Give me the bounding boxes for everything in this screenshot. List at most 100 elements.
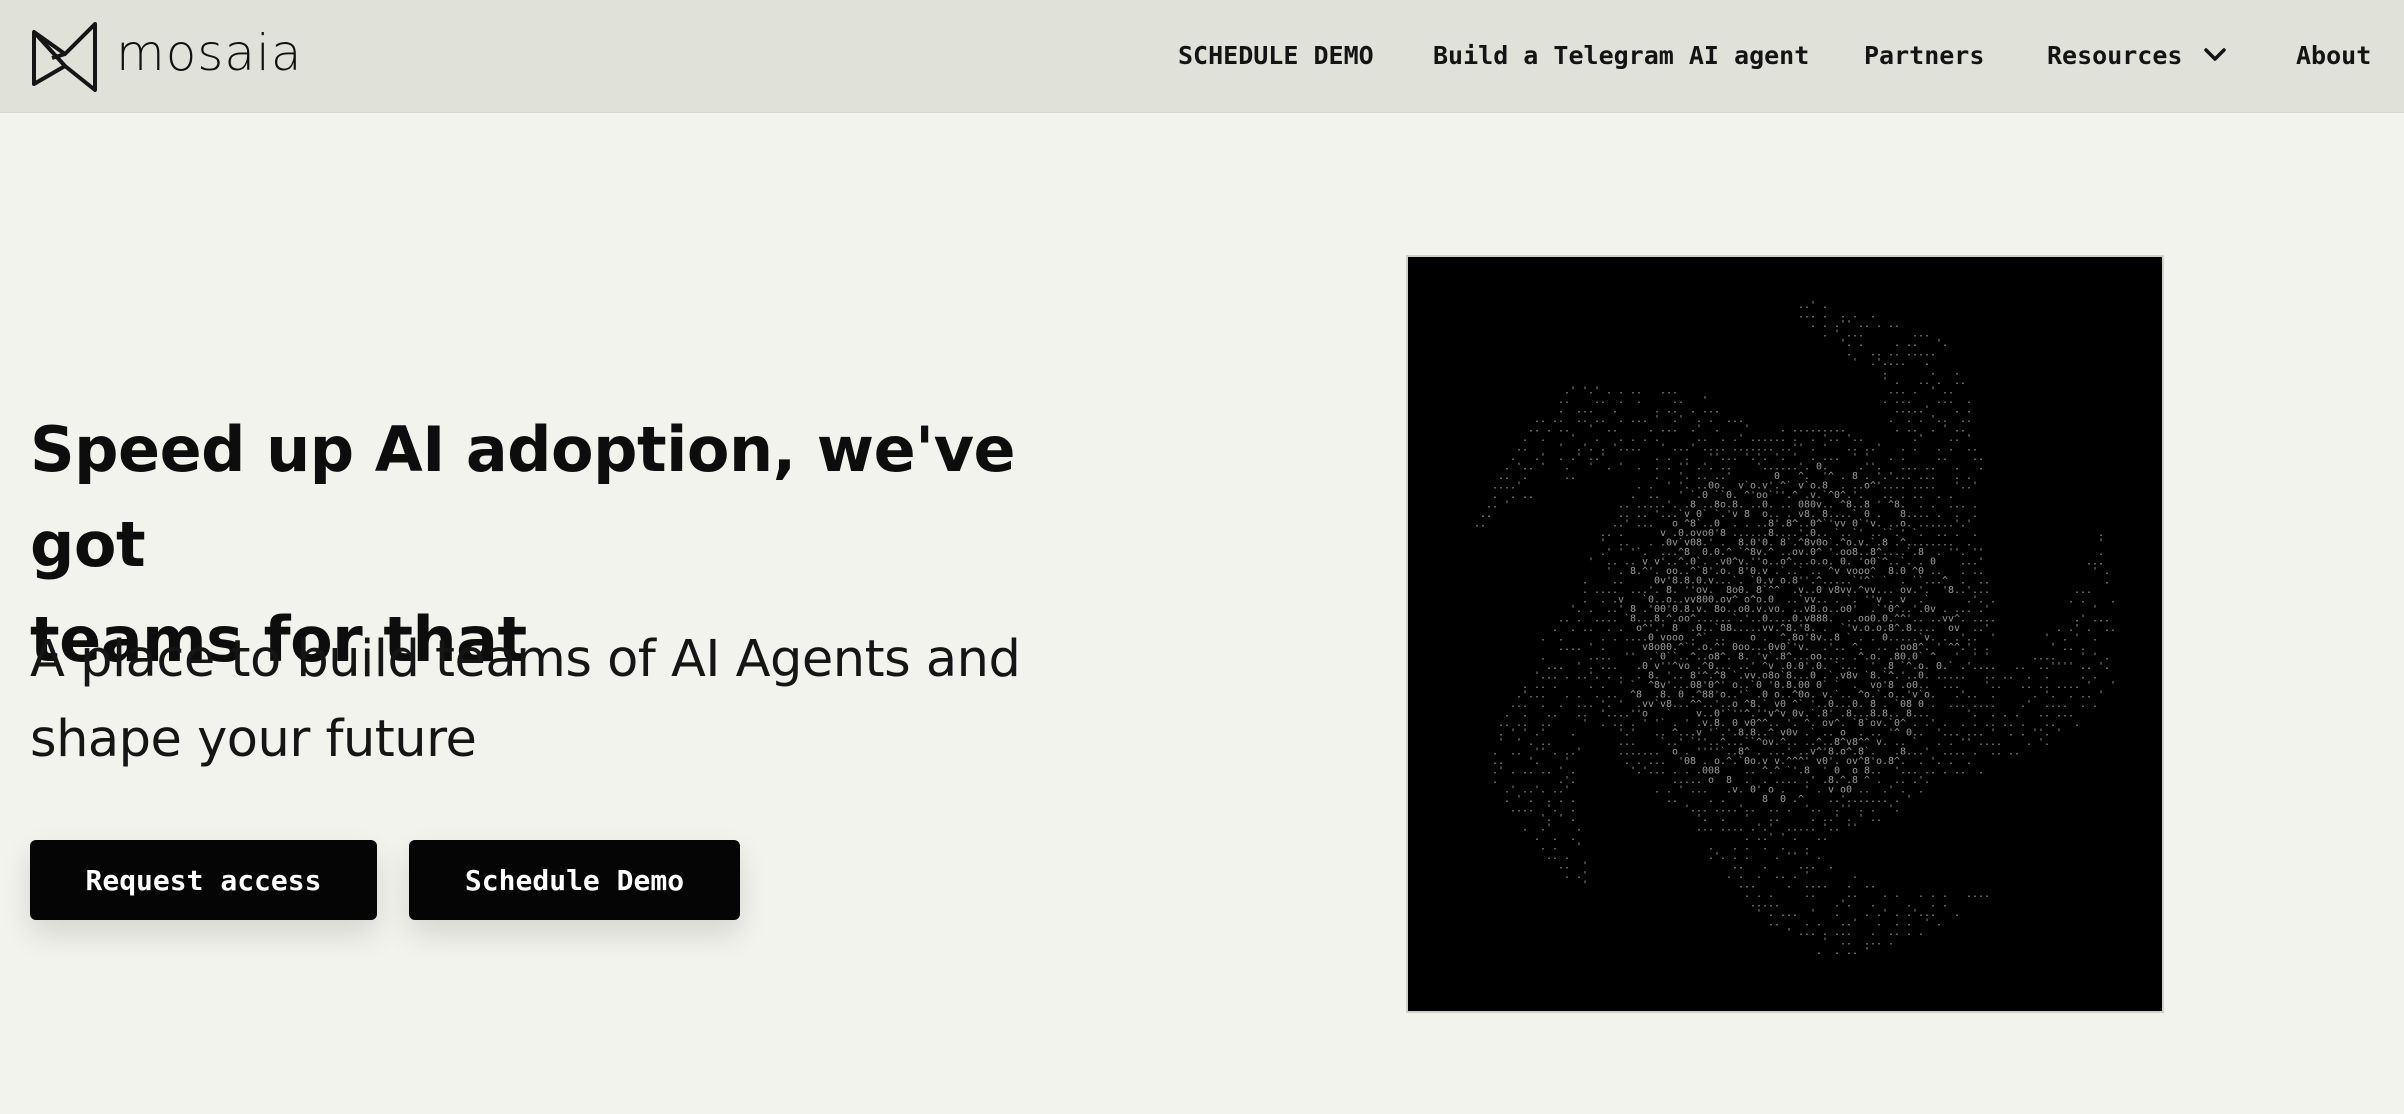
ascii-glyph: . bbox=[1522, 471, 1528, 482]
ascii-glyph: . bbox=[1894, 424, 1900, 435]
ascii-glyph: . bbox=[1978, 766, 1984, 777]
ascii-glyph: ' bbox=[1804, 785, 1810, 796]
ascii-glyph: . bbox=[2086, 585, 2092, 596]
ascii-glyph: . bbox=[1996, 747, 2002, 758]
ascii-glyph: ' bbox=[1570, 386, 1576, 397]
ascii-glyph: . bbox=[1894, 319, 1900, 330]
ascii-glyph: . bbox=[1972, 528, 1978, 539]
ascii-glyph: . bbox=[1924, 775, 1930, 786]
ascii-glyph: . bbox=[1810, 889, 1816, 900]
ascii-glyph: . bbox=[1918, 785, 1924, 796]
ascii-glyph: . bbox=[1888, 452, 1894, 463]
ascii-glyph: . bbox=[1834, 946, 1840, 957]
hero-subheading-line-1: A place to build teams of AI Agents and bbox=[30, 630, 1021, 689]
ascii-glyph: . bbox=[1588, 699, 1594, 710]
nav-partners[interactable]: Partners bbox=[1864, 41, 1984, 70]
ascii-glyph: . bbox=[1606, 462, 1612, 473]
ascii-glyph: . bbox=[2080, 595, 2086, 606]
ascii-glyph: ' bbox=[1558, 813, 1564, 824]
ascii-glyph: . bbox=[1930, 699, 1936, 710]
ascii-glyph: . bbox=[1942, 338, 1948, 349]
ascii-glyph: . bbox=[1954, 908, 1960, 919]
ascii-glyph: . bbox=[1636, 395, 1642, 406]
ascii-glyph: . bbox=[2008, 728, 2014, 739]
ascii-glyph: . bbox=[1852, 870, 1858, 881]
ascii-glyph: . bbox=[1588, 623, 1594, 634]
ascii-glyph: . bbox=[1930, 766, 1936, 777]
ascii-glyph: . bbox=[1546, 424, 1552, 435]
ascii-glyph: . bbox=[1648, 519, 1654, 530]
ascii-glyph: . bbox=[1510, 766, 1516, 777]
ascii-glyph: . bbox=[1750, 804, 1756, 815]
hero-headline-line-1: Speed up AI adoption, we've got bbox=[30, 413, 1016, 581]
nav-resources-dropdown[interactable]: Resources bbox=[2047, 41, 2227, 70]
ascii-glyph: . bbox=[1762, 861, 1768, 872]
ascii-glyph: . bbox=[1750, 766, 1756, 777]
ascii-glyph: . bbox=[1528, 766, 1534, 777]
ascii-glyph: . bbox=[1564, 395, 1570, 406]
ascii-glyph: . bbox=[1492, 775, 1498, 786]
ascii-glyph: . bbox=[1552, 680, 1558, 691]
ascii-glyph: . bbox=[1540, 433, 1546, 444]
ascii-glyph: ' bbox=[1618, 680, 1624, 691]
ascii-glyph: . bbox=[1810, 861, 1816, 872]
ascii-glyph: . bbox=[1762, 842, 1768, 853]
ascii-glyph: . bbox=[1882, 889, 1888, 900]
ascii-glyph: . bbox=[1714, 405, 1720, 416]
ascii-glyph: . bbox=[1942, 899, 1948, 910]
ascii-glyph: . bbox=[1552, 747, 1558, 758]
ascii-glyph: . bbox=[1606, 671, 1612, 682]
ascii-glyph: . bbox=[1816, 785, 1822, 796]
ascii-glyph: . bbox=[1912, 386, 1918, 397]
ascii-glyph: ' bbox=[1582, 718, 1588, 729]
ascii-glyph: . bbox=[1546, 766, 1552, 777]
ascii-glyph: ' bbox=[1852, 823, 1858, 834]
ascii-glyph: . bbox=[1972, 509, 1978, 520]
ascii-glyph: . bbox=[1918, 889, 1924, 900]
ascii-glyph: . bbox=[2068, 595, 2074, 606]
ascii-glyph: . bbox=[1894, 804, 1900, 815]
ascii-glyph: . bbox=[2092, 671, 2098, 682]
ascii-glyph: ' bbox=[1588, 557, 1594, 568]
ascii-glyph: ' bbox=[2098, 690, 2104, 701]
ascii-glyph: ' bbox=[1678, 414, 1684, 425]
ascii-glyph: . bbox=[2092, 699, 2098, 710]
ascii-glyph: ' bbox=[1642, 718, 1648, 729]
ascii-glyph: . bbox=[2104, 576, 2110, 587]
ascii-glyph: . bbox=[2110, 595, 2116, 606]
ascii-glyph: ' bbox=[1876, 443, 1882, 454]
nav-schedule-demo[interactable]: SCHEDULE DEMO bbox=[1178, 41, 1374, 70]
ascii-glyph: . bbox=[1810, 319, 1816, 330]
hero-ascii-art: .. '........... ' '...... '...... '..... '....… bbox=[1406, 255, 2164, 1013]
ascii-glyph: ' bbox=[1540, 747, 1546, 758]
nav-telegram-agent[interactable]: Build a Telegram AI agent bbox=[1433, 41, 1809, 70]
ascii-glyph: . bbox=[1906, 927, 1912, 938]
ascii-glyph: . bbox=[1876, 918, 1882, 929]
ascii-glyph: . bbox=[1492, 500, 1498, 511]
ascii-glyph: o bbox=[1768, 785, 1774, 796]
ascii-glyph: . bbox=[1612, 633, 1618, 644]
request-access-button[interactable]: Request access bbox=[30, 840, 377, 920]
schedule-demo-button[interactable]: Schedule Demo bbox=[409, 840, 740, 920]
ascii-glyph: . bbox=[1642, 433, 1648, 444]
ascii-glyph: ' bbox=[2068, 661, 2074, 672]
ascii-glyph: . bbox=[1912, 443, 1918, 454]
ascii-glyph: . bbox=[1876, 319, 1882, 330]
brand-logo[interactable]: mosaia bbox=[28, 18, 303, 92]
ascii-glyph: ' bbox=[1498, 766, 1504, 777]
ascii-glyph: ' bbox=[1678, 785, 1684, 796]
ascii-glyph: . bbox=[1600, 395, 1606, 406]
ascii-glyph: . bbox=[1822, 329, 1828, 340]
ascii-glyph: . bbox=[2068, 690, 2074, 701]
ascii-glyph: . bbox=[2032, 690, 2038, 701]
ascii-glyph: . bbox=[1522, 823, 1528, 834]
ascii-glyph: ' bbox=[1852, 918, 1858, 929]
ascii-glyph: . bbox=[1600, 718, 1606, 729]
ascii-glyph: ' bbox=[1882, 908, 1888, 919]
ascii-glyph: . bbox=[1576, 823, 1582, 834]
ascii-glyph: . bbox=[1972, 747, 1978, 758]
ascii-glyph: . bbox=[1792, 775, 1798, 786]
brand-name: mosaia bbox=[116, 24, 303, 82]
nav-about[interactable]: About bbox=[2296, 41, 2371, 70]
ascii-glyph: . bbox=[1606, 386, 1612, 397]
